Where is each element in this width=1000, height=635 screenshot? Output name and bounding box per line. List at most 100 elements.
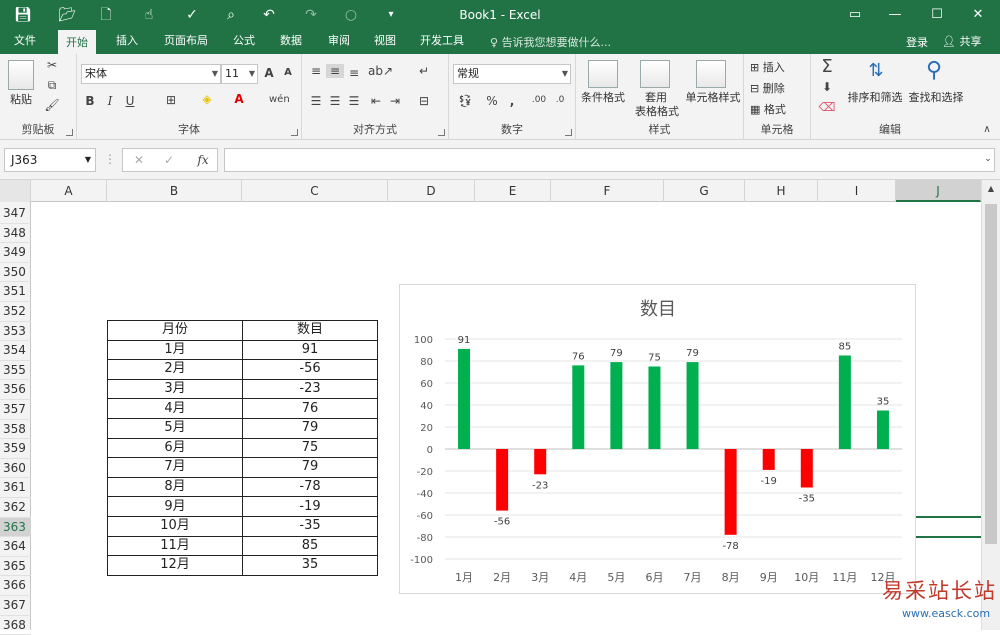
wrap-text-icon[interactable]: ↵	[414, 64, 434, 78]
table-cell[interactable]: 9月	[107, 496, 243, 517]
fill-icon[interactable]: ⬇	[817, 80, 837, 94]
tab-page-layout[interactable]: 页面布局	[156, 30, 216, 54]
column-header-c[interactable]: C	[242, 180, 388, 202]
formula-input[interactable]	[224, 148, 995, 172]
table-header-cell[interactable]: 月份	[107, 320, 243, 341]
table-cell[interactable]: -35	[242, 515, 378, 537]
copy-icon[interactable]: ⧉	[44, 78, 60, 93]
tab-developer[interactable]: 开发工具	[412, 30, 472, 54]
table-cell[interactable]: -23	[242, 378, 378, 400]
cell-styles-button[interactable]: 单元格样式	[682, 89, 744, 105]
table-cell[interactable]: -78	[242, 476, 378, 498]
column-header-e[interactable]: E	[475, 180, 551, 202]
table-cell[interactable]: 85	[242, 535, 378, 557]
find-select-button[interactable]: 查找和选择	[905, 89, 967, 105]
tab-data[interactable]: 数据	[272, 30, 310, 54]
column-header-b[interactable]: B	[107, 180, 242, 202]
align-top-icon[interactable]: ≡	[308, 64, 324, 78]
row-header[interactable]: 368	[0, 616, 31, 635]
tab-home[interactable]: 开始	[58, 30, 96, 54]
alignment-launcher[interactable]	[438, 129, 445, 136]
table-cell[interactable]: 4月	[107, 398, 243, 419]
cut-icon[interactable]: ✂	[44, 58, 60, 72]
tab-view[interactable]: 视图	[366, 30, 404, 54]
italic-button[interactable]: I	[102, 94, 118, 108]
row-header[interactable]: 353	[0, 322, 31, 342]
table-cell[interactable]: 8月	[107, 476, 243, 498]
row-header[interactable]: 363	[0, 517, 31, 538]
table-cell[interactable]: 12月	[107, 555, 243, 576]
column-header-j[interactable]: J	[896, 180, 981, 202]
close-button[interactable]: ✕	[963, 4, 993, 26]
tab-insert[interactable]: 插入	[108, 30, 146, 54]
row-header[interactable]: 351	[0, 282, 31, 302]
percent-button[interactable]: %	[485, 94, 499, 108]
row-header[interactable]: 364	[0, 537, 31, 557]
column-header-g[interactable]: G	[664, 180, 745, 202]
tell-me-search[interactable]: ♀ 告诉我您想要做什么...	[490, 34, 611, 50]
maximize-button[interactable]: ☐	[922, 4, 952, 26]
row-header[interactable]: 362	[0, 498, 31, 518]
decrease-indent-icon[interactable]: ⇤	[368, 94, 384, 108]
table-cell[interactable]: 1月	[107, 339, 243, 361]
ribbon-display-button[interactable]: ▭	[840, 4, 870, 26]
conditional-formatting-button[interactable]: 条件格式	[576, 89, 630, 105]
table-cell[interactable]: 6月	[107, 437, 243, 459]
tab-formulas[interactable]: 公式	[225, 30, 263, 54]
insert-cells-button[interactable]: ⊞ 插入	[750, 59, 806, 75]
increase-indent-icon[interactable]: ⇥	[387, 94, 403, 108]
row-header[interactable]: 354	[0, 341, 31, 361]
comma-button[interactable]: ,	[505, 94, 519, 108]
table-cell[interactable]: -56	[242, 359, 378, 380]
row-header[interactable]: 357	[0, 400, 31, 420]
format-painter-icon[interactable]: 🖌︎	[44, 98, 60, 112]
clipboard-launcher[interactable]	[66, 129, 73, 136]
table-cell[interactable]: 7月	[107, 457, 243, 478]
accounting-format-icon[interactable]: 💱︎	[455, 94, 475, 108]
row-header[interactable]: 358	[0, 420, 31, 440]
column-header-d[interactable]: D	[388, 180, 475, 202]
column-header-f[interactable]: F	[551, 180, 664, 202]
row-header[interactable]: 359	[0, 439, 31, 459]
table-cell[interactable]: 11月	[107, 535, 243, 557]
grow-font-icon[interactable]: A	[261, 66, 277, 80]
row-header[interactable]: 361	[0, 478, 31, 498]
merge-center-icon[interactable]: ⊟	[414, 94, 434, 108]
row-header[interactable]: 355	[0, 361, 31, 381]
table-cell[interactable]: 2月	[107, 359, 243, 380]
paste-button[interactable]: 粘贴	[5, 91, 37, 107]
tab-file[interactable]: 文件	[6, 30, 44, 54]
font-color-icon[interactable]: A	[229, 92, 249, 106]
align-middle-icon[interactable]: ≡	[326, 64, 344, 78]
row-header[interactable]: 360	[0, 459, 31, 479]
column-header-a[interactable]: A	[31, 180, 107, 202]
table-cell[interactable]: 91	[242, 339, 378, 361]
name-box[interactable]: J363 ▼	[4, 148, 96, 172]
fill-color-icon[interactable]: ◈	[197, 92, 217, 106]
expand-formula-icon[interactable]: ⌄	[982, 154, 994, 164]
table-cell[interactable]: 75	[242, 437, 378, 459]
underline-button[interactable]: U	[122, 94, 138, 108]
row-header[interactable]: 348	[0, 224, 31, 244]
delete-cells-button[interactable]: ⊟ 删除	[750, 80, 806, 96]
row-header[interactable]: 349	[0, 243, 31, 263]
bold-button[interactable]: B	[82, 94, 98, 108]
chart[interactable]: 数目 100 80 60 40 20 0 -20 -40 -60 -80 -100 91 1月 -56 2月 -…	[399, 284, 916, 594]
cancel-icon[interactable]: ✕	[131, 153, 147, 167]
font-size-combo[interactable]: 11 ▼	[221, 64, 258, 84]
login-link[interactable]: 登录	[906, 34, 928, 50]
row-header[interactable]: 347	[0, 204, 31, 224]
align-bottom-icon[interactable]: ≡	[346, 66, 362, 80]
table-header-cell[interactable]: 数目	[242, 320, 378, 341]
phonetic-icon[interactable]: wén	[269, 94, 290, 105]
table-cell[interactable]: 79	[242, 457, 378, 478]
table-cell[interactable]: 76	[242, 398, 378, 419]
select-all-button[interactable]	[0, 180, 31, 202]
align-right-icon[interactable]: ☰	[346, 94, 362, 108]
enter-icon[interactable]: ✓	[161, 153, 177, 167]
decrease-decimal-icon[interactable]: .0	[550, 95, 570, 105]
number-format-combo[interactable]: 常规 ▼	[453, 64, 571, 84]
table-cell[interactable]: 10月	[107, 515, 243, 537]
font-name-combo[interactable]: 宋体 ▼	[81, 64, 221, 84]
table-cell[interactable]: 3月	[107, 378, 243, 400]
